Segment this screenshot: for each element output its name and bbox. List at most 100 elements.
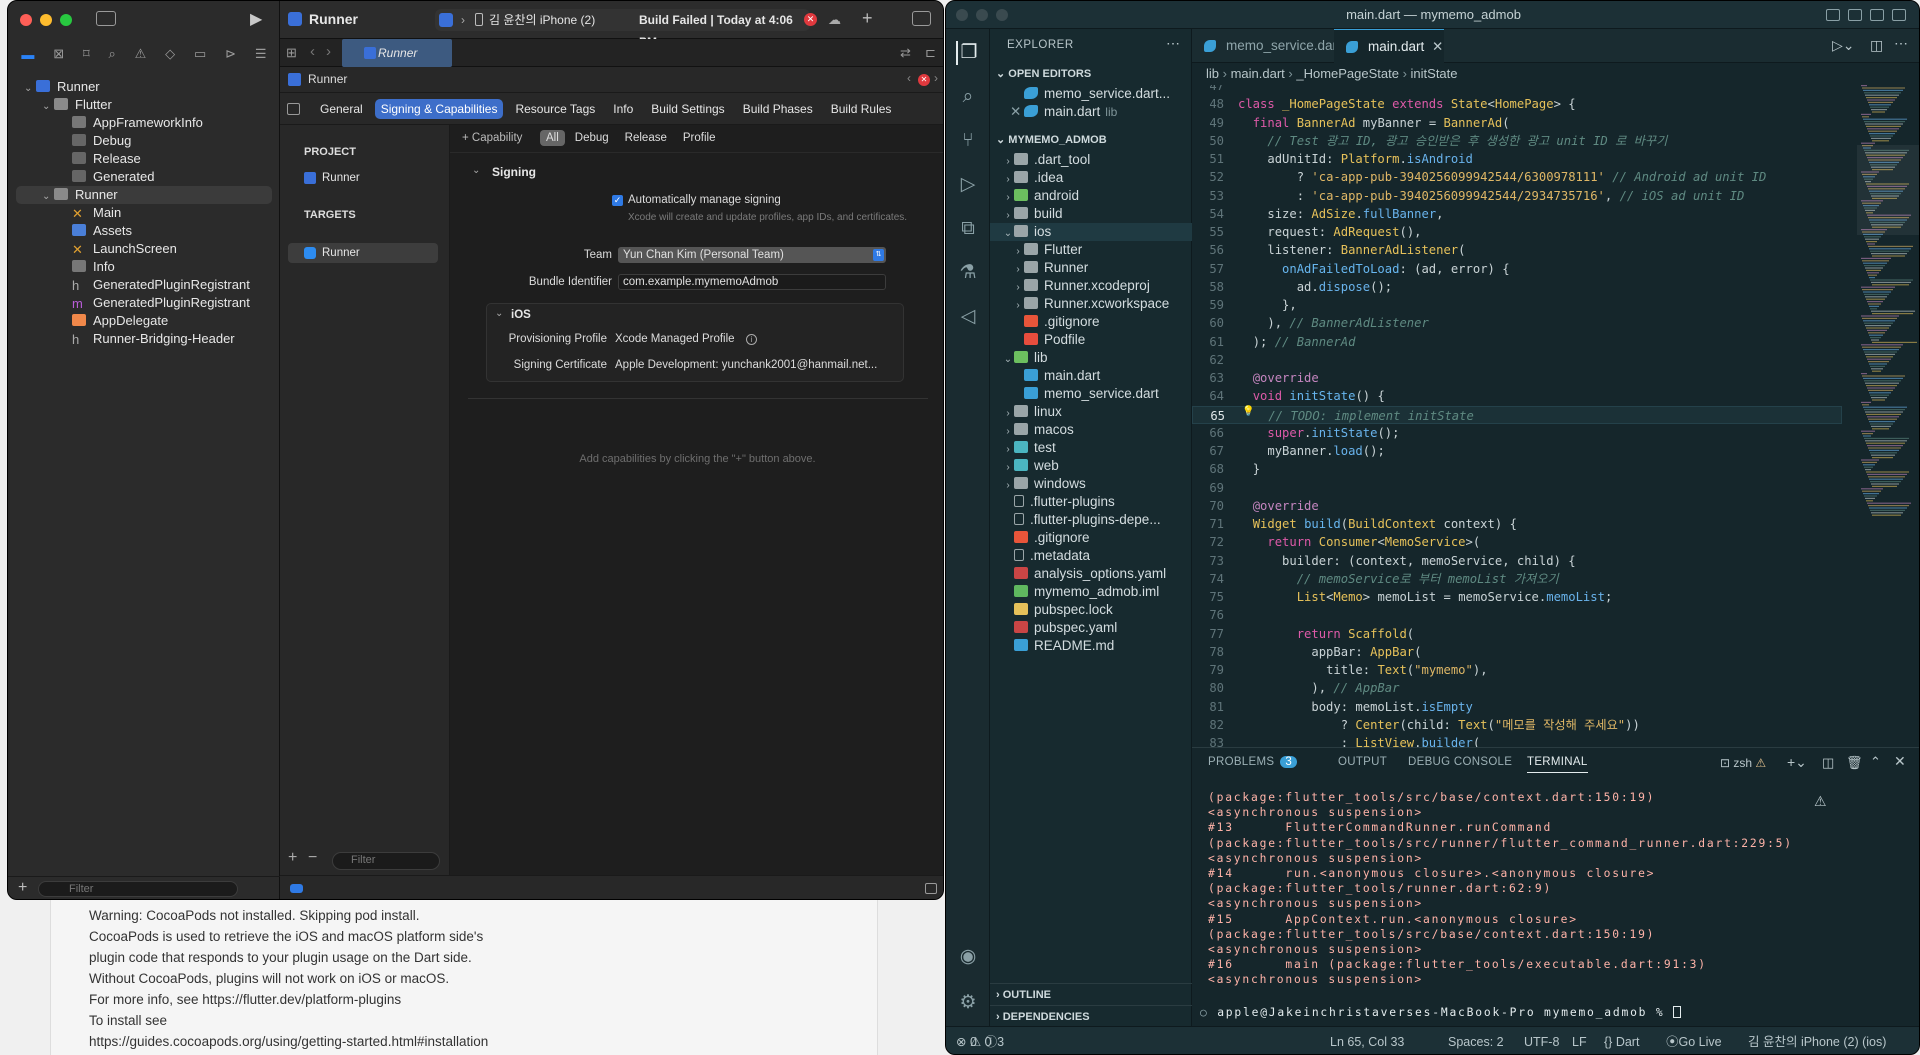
chevron-right-icon[interactable]: › [1012,243,1024,259]
run-button[interactable]: ▶ [250,9,262,29]
add-icon[interactable]: + [18,879,27,897]
terminal[interactable]: (package:flutter_tools/src/base/context.… [1192,786,1919,986]
open-editor-item[interactable]: ✕ main.dart lib [990,103,1192,121]
close-window-button[interactable] [956,9,968,21]
chevron-right-icon[interactable]: › [934,71,938,85]
file-tree-item[interactable]: › build [990,205,1192,223]
navigator-filter-input[interactable]: Filter [38,881,238,897]
panel-toggle-icon[interactable] [925,883,937,894]
project-item-runner[interactable]: Runner [304,168,444,188]
outline-header[interactable]: › OUTLINE [990,983,1192,1005]
extensions-icon[interactable]: ⧉ [956,217,980,241]
chevron-right-icon[interactable]: › [1002,405,1014,421]
file-tree-item[interactable]: › test [990,439,1192,457]
toggle-secondary-sidebar-icon[interactable] [1870,9,1884,21]
tree-item[interactable]: AppFrameworkInfo [8,114,280,132]
minimap-viewport[interactable] [1857,145,1920,235]
sidebar-toggle-icon[interactable] [96,11,116,26]
config-tab-debug[interactable]: Debug [569,130,615,146]
tree-item[interactable]: h Runner-Bridging-Header [8,330,280,348]
info-icon[interactable]: i [746,334,757,345]
report-icon[interactable]: ☰ [255,46,267,62]
chevron-down-icon[interactable]: ⌄ [1002,225,1014,241]
chevron-down-icon[interactable]: ⌄ [1002,351,1014,367]
tab-main-dart[interactable]: main.dart ✕ [1334,29,1444,63]
split-editor-icon[interactable]: ⊏ [925,45,936,61]
folder-icon[interactable]: ▬ [21,47,34,62]
chevron-right-icon[interactable]: › [1002,477,1014,493]
target-item-runner[interactable]: Runner [288,243,438,263]
find-icon[interactable]: ⌕ [109,46,116,62]
bookmark-icon[interactable]: ⌑ [83,46,90,62]
problems-status[interactable]: ⊗ 0 ⚠ 0 ⓘ 3 [956,1027,1004,1054]
grid-icon[interactable]: ⊞ [286,45,297,61]
zoom-window-button[interactable] [996,9,1008,21]
file-tree-item[interactable]: .flutter-plugins [990,493,1192,511]
zoom-window-button[interactable] [60,14,72,26]
library-add-icon[interactable]: + [862,8,873,29]
source-control-icon[interactable]: ⊠ [53,46,64,62]
file-tree-item[interactable]: README.md [990,637,1192,655]
testing-icon[interactable]: ⚗ [956,261,980,285]
panel-tab-output[interactable]: OUTPUT [1338,756,1387,768]
eol-status[interactable]: LF [1572,1027,1587,1054]
customize-layout-icon[interactable] [1892,9,1906,21]
targets-filter-input[interactable]: Filter [332,852,440,870]
file-tree-item[interactable]: › linux [990,403,1192,421]
terminal-prompt[interactable]: ○ apple@Jakeinchristaverses-MacBook-Pro … [1200,1006,1682,1019]
tree-item[interactable]: ⌄ Runner [16,186,272,204]
close-panel-icon[interactable]: ✕ [1894,753,1906,770]
tree-item[interactable]: Assets [8,222,280,240]
file-tree-item[interactable]: › .dart_tool [990,151,1192,169]
error-badge-icon[interactable]: ✕ [804,13,817,26]
tree-item[interactable]: AppDelegate [8,312,280,330]
file-tree-item[interactable]: › Runner.xcodeproj [990,277,1192,295]
tab-runner[interactable]: Runner [342,39,452,67]
minimap[interactable] [1857,85,1920,585]
lightbulb-icon[interactable]: 💡 [1242,406,1254,417]
chevron-right-icon[interactable]: › [1012,297,1024,313]
activity-view[interactable]: › 김 윤찬의 iPhone (2) Build Failed | Today … [435,9,810,49]
minimize-window-button[interactable] [976,9,988,21]
close-window-button[interactable] [20,14,32,26]
chevron-right-icon[interactable]: › [1002,441,1014,457]
chevron-right-icon[interactable]: › [1002,189,1014,205]
config-tab-profile[interactable]: Profile [677,130,722,146]
panel-tab-terminal[interactable]: TERMINAL [1527,756,1588,773]
panel-tab-debug-console[interactable]: DEBUG CONSOLE [1408,756,1512,768]
inspector-toggle-icon[interactable] [912,11,931,26]
panel-tab-problems[interactable]: PROBLEMS 3 [1208,756,1298,768]
file-tree-item[interactable]: main.dart [990,367,1192,385]
tab-build-rules[interactable]: Build Rules [825,99,898,119]
chevron-right-icon[interactable]: › [1002,171,1014,187]
toggle-panel-icon[interactable] [1848,9,1862,21]
tree-item[interactable]: ⌄ Runner [8,78,280,96]
file-tree-item[interactable]: › .idea [990,169,1192,187]
test-icon[interactable]: ◇ [165,46,175,62]
file-tree-item[interactable]: .metadata [990,547,1192,565]
file-tree-item[interactable]: pubspec.yaml [990,619,1192,637]
settings-gear-icon[interactable]: ⚙ [956,991,980,1015]
run-code-icon[interactable]: ▷⌄ [1832,37,1855,54]
file-tree-item[interactable]: › windows [990,475,1192,493]
back-icon[interactable]: ‹ [310,43,315,60]
file-tree-item[interactable]: › web [990,457,1192,475]
file-tree-item[interactable]: › Runner [990,259,1192,277]
file-tree-item[interactable]: memo_service.dart [990,385,1192,403]
open-editors-header[interactable]: ⌄ OPEN EDITORS [990,63,1192,85]
source-control-icon[interactable]: ⑂ [956,129,980,153]
toggle-sidebar-icon[interactable] [1826,9,1840,21]
dependencies-header[interactable]: › DEPENDENCIES [990,1005,1192,1027]
breadcrumb-item[interactable]: initState [1411,66,1458,81]
device-selector[interactable]: 김 윤찬의 iPhone (2) [489,9,595,31]
tree-item[interactable]: h GeneratedPluginRegistrant [8,276,280,294]
error-icon[interactable]: ✕ [918,74,930,86]
debug-icon[interactable]: ▭ [194,46,206,62]
split-terminal-icon[interactable]: ◫ [1822,755,1834,771]
tab-build-phases[interactable]: Build Phases [737,99,819,119]
config-tab-all[interactable]: All [540,130,565,146]
tree-item[interactable]: Info [8,258,280,276]
team-select[interactable]: Yun Chan Kim (Personal Team) ⇅ [618,247,886,263]
close-icon[interactable]: ✕ [1010,103,1024,121]
more-actions-icon[interactable]: ⋯ [1894,35,1908,52]
